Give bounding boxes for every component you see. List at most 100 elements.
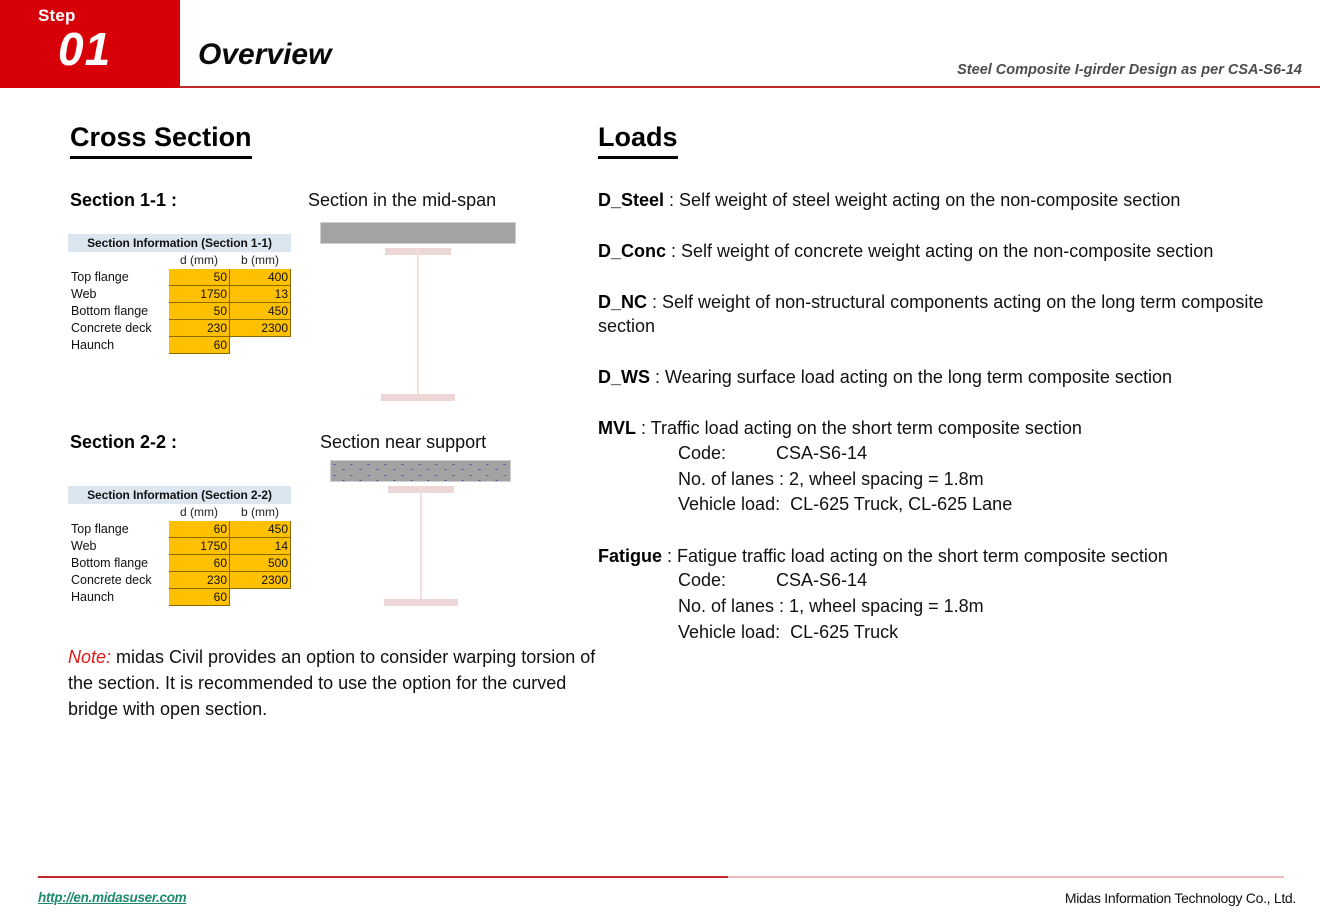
cell-b: 400 bbox=[228, 268, 292, 286]
table-row: Bottom flange 50 450 bbox=[68, 302, 292, 320]
load-line: D_Conc : Self weight of concrete weight … bbox=[598, 239, 1310, 264]
cross-section-heading: Cross Section bbox=[70, 122, 252, 160]
row-label: Bottom flange bbox=[68, 554, 169, 572]
step-number-label: 01 bbox=[58, 23, 112, 75]
load-description: : Self weight of steel weight acting on … bbox=[664, 190, 1181, 210]
load-item-d-conc: D_Conc : Self weight of concrete weight … bbox=[598, 239, 1310, 264]
midspan-section-diagram bbox=[320, 222, 590, 417]
note-block: Note: midas Civil provides an option to … bbox=[68, 644, 608, 722]
load-item-d-steel: D_Steel : Self weight of steel weight ac… bbox=[598, 188, 1310, 213]
load-description: : Fatigue traffic load acting on the sho… bbox=[662, 545, 1168, 566]
table-title: Section Information (Section 1-1) bbox=[67, 234, 292, 252]
table-title: Section Information (Section 2-2) bbox=[67, 486, 292, 504]
header-divider bbox=[180, 86, 1320, 88]
cell-d: 60 bbox=[168, 336, 230, 354]
loads-list: D_Steel : Self weight of steel weight ac… bbox=[598, 188, 1310, 671]
load-key: D_WS bbox=[598, 367, 651, 388]
footer-website-link[interactable]: http://en.midasuser.com bbox=[38, 890, 187, 905]
table-row: Bottom flange 60 500 bbox=[68, 554, 292, 572]
load-description: : Wearing surface load acting on the lon… bbox=[650, 367, 1172, 388]
loads-heading: Loads bbox=[598, 122, 678, 160]
section-1-1-table: Section Information (Section 1-1) d (mm)… bbox=[67, 234, 292, 354]
table-header-row: d (mm) b (mm) bbox=[68, 251, 291, 269]
page-title: Overview bbox=[198, 38, 332, 71]
row-label: Top flange bbox=[68, 268, 169, 286]
row-label: Concrete deck bbox=[68, 319, 169, 337]
table-col-b: b (mm) bbox=[229, 503, 291, 521]
load-description: : Traffic load acting on the short term … bbox=[636, 418, 1082, 439]
cell-d: 60 bbox=[168, 554, 230, 572]
load-item-mvl: MVL : Traffic load acting on the short t… bbox=[598, 416, 1310, 517]
row-label: Top flange bbox=[68, 520, 169, 538]
load-key: D_NC bbox=[598, 291, 648, 312]
load-key: D_Steel bbox=[598, 190, 665, 210]
web-shape bbox=[417, 249, 419, 397]
concrete-deck-shape bbox=[320, 222, 516, 244]
cell-d: 60 bbox=[168, 588, 230, 606]
cell-d: 230 bbox=[168, 319, 230, 337]
load-line: Fatigue : Fatigue traffic load acting on… bbox=[598, 544, 1310, 569]
table-row: Haunch 60 bbox=[68, 588, 291, 606]
header-subtitle: Steel Composite I-girder Design as per C… bbox=[957, 62, 1302, 78]
web-shape bbox=[420, 487, 422, 602]
cell-d: 60 bbox=[168, 520, 230, 538]
cell-b: 14 bbox=[228, 537, 292, 555]
load-line: D_NC : Self weight of non-structural com… bbox=[598, 290, 1310, 340]
bottom-flange-shape bbox=[384, 599, 458, 606]
table-col-blank bbox=[68, 503, 169, 521]
row-label: Bottom flange bbox=[68, 302, 169, 320]
load-item-d-ws: D_WS : Wearing surface load acting on th… bbox=[598, 365, 1310, 390]
load-line: MVL : Traffic load acting on the short t… bbox=[598, 416, 1310, 441]
load-sub-lanes: No. of lanes : 1, wheel spacing = 1.8m bbox=[678, 595, 984, 616]
load-sub-code: Code: CSA-S6-14 bbox=[678, 570, 868, 591]
footer-company-name: Midas Information Technology Co., Ltd. bbox=[1064, 890, 1296, 906]
cell-d: 1750 bbox=[168, 285, 230, 303]
load-sub-code: Code: CSA-S6-14 bbox=[678, 442, 868, 463]
table-title-row: Section Information (Section 1-1) bbox=[67, 234, 292, 252]
row-label: Haunch bbox=[68, 588, 169, 606]
load-sub-lanes: No. of lanes : 2, wheel spacing = 1.8m bbox=[678, 468, 984, 489]
cell-d: 50 bbox=[168, 302, 230, 320]
load-description: : Self weight of concrete weight acting … bbox=[666, 240, 1214, 261]
note-text: midas Civil provides an option to consid… bbox=[68, 647, 596, 720]
cell-b: 500 bbox=[228, 554, 292, 572]
table-row: Concrete deck 230 2300 bbox=[68, 571, 292, 589]
slide-header: Step 01 Overview Steel Composite I-girde… bbox=[0, 0, 1320, 88]
load-sub-vehicle: Vehicle load: CL-625 Truck, CL-625 Lane bbox=[678, 494, 1013, 515]
table-col-d: d (mm) bbox=[168, 251, 230, 269]
cell-b bbox=[229, 588, 291, 606]
load-item-fatigue: Fatigue : Fatigue traffic load acting on… bbox=[598, 544, 1310, 645]
cell-b: 2300 bbox=[228, 571, 292, 589]
cell-b: 450 bbox=[228, 520, 292, 538]
footer-divider-right bbox=[728, 876, 1284, 878]
section-2-2-label: Section 2-2 : bbox=[70, 432, 178, 452]
table-col-b: b (mm) bbox=[229, 251, 291, 269]
cell-d: 1750 bbox=[168, 537, 230, 555]
table-header-row: d (mm) b (mm) bbox=[68, 503, 291, 521]
table-col-d: d (mm) bbox=[168, 503, 230, 521]
load-line: D_WS : Wearing surface load acting on th… bbox=[598, 365, 1310, 390]
load-key: MVL bbox=[598, 418, 636, 439]
support-diagram-caption: Section near support bbox=[320, 432, 487, 452]
load-key: Fatigue bbox=[598, 545, 663, 566]
table-row: Top flange 50 400 bbox=[68, 268, 292, 286]
table-col-blank bbox=[68, 251, 169, 269]
table-row: Web 1750 14 bbox=[68, 537, 292, 555]
row-label: Concrete deck bbox=[68, 571, 169, 589]
row-label: Web bbox=[68, 537, 169, 555]
midspan-diagram-caption: Section in the mid-span bbox=[308, 190, 497, 210]
load-sub-vehicle: Vehicle load: CL-625 Truck bbox=[678, 621, 899, 642]
load-line: D_Steel : Self weight of steel weight ac… bbox=[598, 188, 1310, 213]
cell-b: 450 bbox=[228, 302, 292, 320]
cell-d: 230 bbox=[168, 571, 230, 589]
load-key: D_Conc bbox=[598, 240, 667, 261]
table-title-row: Section Information (Section 2-2) bbox=[67, 486, 292, 504]
cell-d: 50 bbox=[168, 268, 230, 286]
table-row: Concrete deck 230 2300 bbox=[68, 319, 292, 337]
cell-b: 2300 bbox=[228, 319, 292, 337]
load-item-d-nc: D_NC : Self weight of non-structural com… bbox=[598, 290, 1310, 340]
bottom-flange-shape bbox=[381, 394, 455, 401]
section-2-2-table: Section Information (Section 2-2) d (mm)… bbox=[67, 486, 292, 606]
table-row: Web 1750 13 bbox=[68, 285, 292, 303]
table-row: Haunch 60 bbox=[68, 336, 291, 354]
